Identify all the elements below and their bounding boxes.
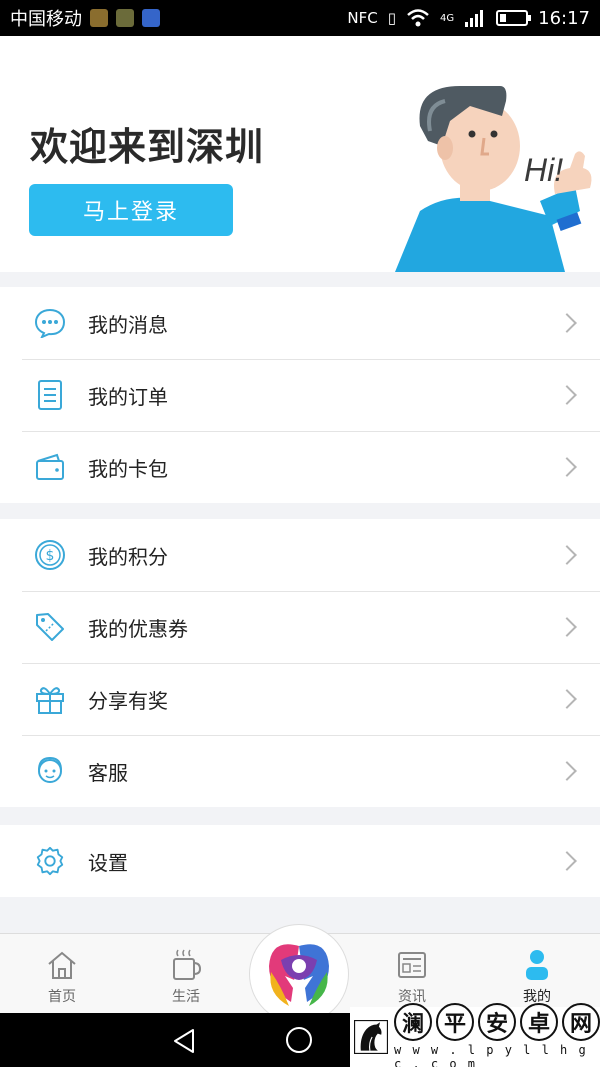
watermark-char: 安 (478, 1003, 516, 1041)
menu-group-benefits: $ 我的积分 我的优惠券 分享有奖 客服 (0, 519, 600, 807)
menu-item-customer-service[interactable]: 客服 (0, 735, 600, 807)
menu-item-settings[interactable]: 设置 (0, 825, 600, 897)
wallet-icon (34, 451, 66, 483)
watermark-char: 澜 (394, 1003, 432, 1041)
chevron-right-icon (557, 689, 577, 709)
menu-item-label: 客服 (88, 760, 128, 785)
carrier-name: 中国移动 (10, 9, 82, 30)
city-logo-icon (269, 944, 329, 1006)
tab-home[interactable]: 首页 (22, 934, 102, 1014)
hi-text: Hi! (524, 152, 563, 188)
chevron-right-icon (557, 761, 577, 781)
battery-icon (496, 10, 532, 26)
user-icon (520, 948, 554, 982)
svg-text:$: $ (46, 548, 55, 564)
notification-gallery-icon (116, 9, 134, 27)
signal-icon (465, 10, 484, 27)
notification-app-icon (90, 9, 108, 27)
order-icon (34, 379, 66, 411)
coffee-icon (169, 948, 203, 982)
home-nav-icon[interactable] (286, 1027, 312, 1053)
chevron-right-icon (557, 851, 577, 871)
home-icon (45, 948, 79, 982)
menu-item-orders[interactable]: 我的订单 (0, 359, 600, 431)
vibrate-icon: ▯ (387, 9, 396, 27)
menu-group-account: 我的消息 我的订单 我的卡包 (0, 287, 600, 503)
wifi-icon (407, 9, 429, 27)
gift-icon (34, 683, 66, 715)
menu-item-label: 设置 (88, 850, 128, 875)
notification-paw-icon (142, 9, 160, 27)
message-icon (34, 307, 66, 339)
back-icon[interactable] (172, 1028, 196, 1054)
menu-item-wallet[interactable]: 我的卡包 (0, 431, 600, 503)
network-type-label: 4G (440, 12, 455, 24)
center-logo-button[interactable] (249, 924, 349, 1024)
gear-icon (34, 845, 66, 877)
chevron-right-icon (557, 545, 577, 565)
chevron-right-icon (557, 385, 577, 405)
tab-label: 首页 (48, 989, 76, 1005)
tab-news[interactable]: 资讯 (372, 934, 452, 1014)
menu-item-coupons[interactable]: 我的优惠券 (0, 591, 600, 663)
coupon-icon (34, 611, 66, 643)
clock: 16:17 (538, 7, 590, 29)
status-bar: 中国移动 NFC ▯ 4G 16:17 (0, 0, 600, 36)
points-icon: $ (34, 539, 66, 571)
watermark-char: 卓 (520, 1003, 558, 1041)
nfc-icon: NFC (347, 9, 378, 27)
tab-life[interactable]: 生活 (146, 934, 226, 1014)
chevron-right-icon (557, 457, 577, 477)
customer-service-icon (34, 755, 66, 787)
login-button[interactable]: 马上登录 (29, 184, 233, 236)
watermark-url: w w w . l p y l l h g c . c o m (394, 1043, 588, 1067)
watermark-char: 平 (436, 1003, 474, 1041)
menu-item-label: 我的消息 (88, 312, 168, 337)
welcome-title: 欢迎来到深圳 (30, 125, 265, 169)
menu-group-settings: 设置 (0, 825, 600, 897)
menu-item-label: 分享有奖 (88, 688, 168, 713)
tab-mine[interactable]: 我的 (497, 934, 577, 1014)
menu-item-label: 我的卡包 (88, 456, 168, 481)
chevron-right-icon (557, 617, 577, 637)
profile-header: 欢迎来到深圳 马上登录 Hi! (0, 36, 600, 272)
site-watermark: 澜 平 安 卓 网 w w w . l p y l l h g c . c o … (350, 1003, 600, 1067)
chevron-right-icon (557, 313, 577, 333)
greeting-man-illustration: Hi! (395, 86, 592, 272)
menu-item-share-rewards[interactable]: 分享有奖 (0, 663, 600, 735)
menu-item-label: 我的积分 (88, 544, 168, 569)
news-icon (395, 948, 429, 982)
watermark-char: 网 (562, 1003, 600, 1041)
bottom-tab-bar: 首页 生活 资讯 我的 (0, 924, 600, 1024)
menu-item-messages[interactable]: 我的消息 (0, 287, 600, 359)
menu-item-label: 我的优惠券 (88, 616, 188, 641)
menu-item-label: 我的订单 (88, 384, 168, 409)
menu-item-points[interactable]: $ 我的积分 (0, 519, 600, 591)
tab-label: 生活 (172, 989, 200, 1005)
horse-logo-icon (354, 1020, 388, 1054)
